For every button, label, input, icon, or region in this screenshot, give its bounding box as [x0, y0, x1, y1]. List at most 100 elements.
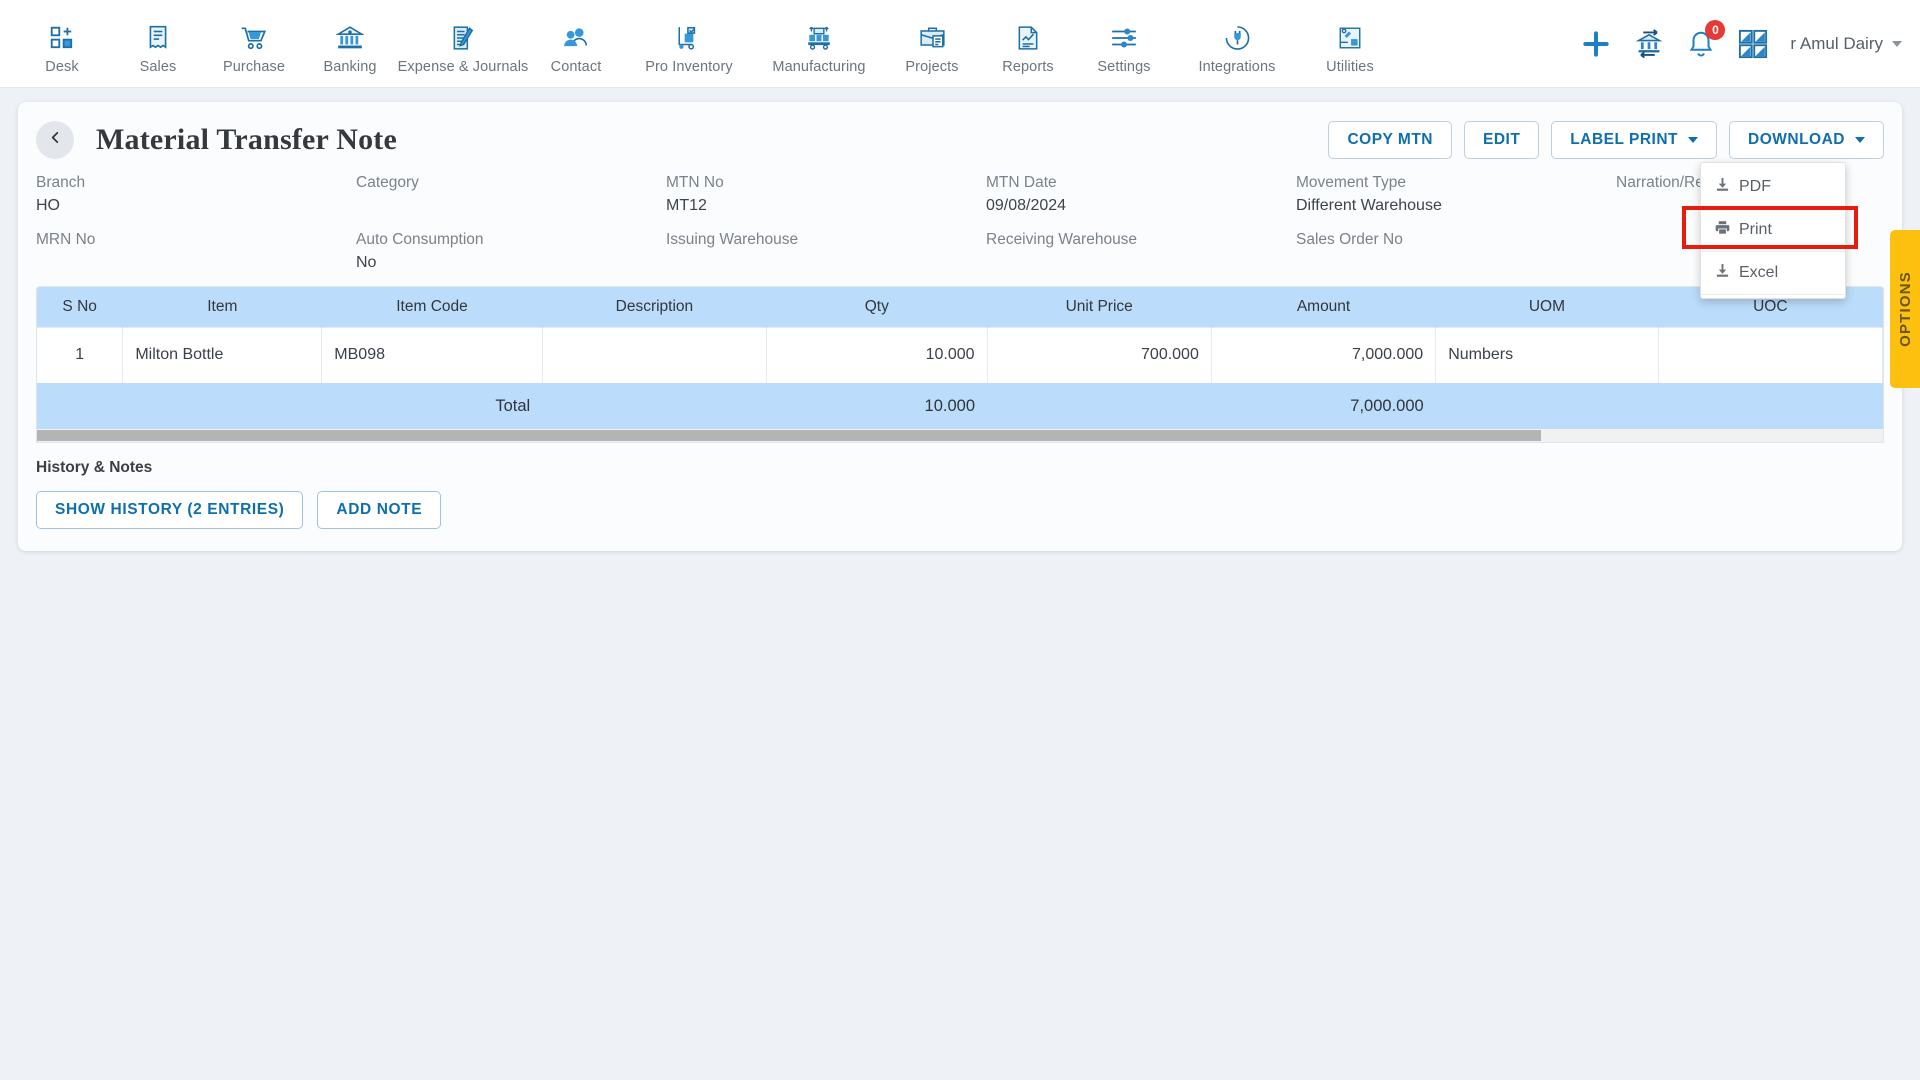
nav-items-list: Desk Sales Purchase Banking Expense & Jo… — [14, 13, 1398, 75]
options-tab-label: OPTIONS — [1896, 271, 1914, 347]
cell-unit-price: 700.000 — [987, 326, 1212, 383]
plus-icon[interactable] — [1580, 28, 1612, 60]
th-amount: Amount — [1211, 287, 1437, 327]
bank-building-icon — [333, 23, 367, 53]
scrollbar-thumb[interactable] — [37, 430, 1542, 441]
th-item-code: Item Code — [321, 287, 543, 327]
download-icon — [1715, 263, 1730, 283]
field-sales-order-no: Sales Order No — [1296, 229, 1616, 274]
chevron-down-icon — [1688, 137, 1698, 143]
printer-icon — [1715, 220, 1730, 240]
detail-fields: Branch HO Category MTN No MT12 MTN Date … — [36, 172, 1884, 274]
card-header: Material Transfer Note COPY MTN EDIT LAB… — [36, 118, 1884, 162]
page-title: Material Transfer Note — [96, 123, 397, 156]
field-label-category: Category — [356, 174, 419, 191]
field-value-sales-order-no — [1296, 251, 1616, 274]
dropdown-item-pdf[interactable]: PDF — [1701, 166, 1845, 209]
label-print-button[interactable]: LABEL PRINT — [1551, 121, 1717, 159]
download-dropdown-menu: PDF Print Excel — [1682, 162, 1858, 299]
nav-item-pro-inventory[interactable]: Pro Inventory — [624, 13, 754, 75]
field-auto-consumption: Auto Consumption No — [356, 229, 666, 274]
history-notes-title: History & Notes — [36, 459, 153, 476]
total-amount: 7,000.000 — [1211, 383, 1436, 429]
bell-icon[interactable]: 0 — [1686, 20, 1726, 59]
copy-mtn-button[interactable]: COPY MTN — [1328, 121, 1452, 159]
th-item: Item — [122, 287, 323, 327]
items-table-body: 1 Milton Bottle MB098 10.000 700.000 7,0… — [37, 326, 1883, 429]
field-value-mtn-date: 09/08/2024 — [986, 197, 1067, 214]
plug-circle-icon — [1220, 23, 1254, 53]
nav-item-settings[interactable]: Settings — [1076, 13, 1172, 75]
hand-truck-icon — [672, 23, 706, 53]
field-category: Category — [356, 172, 666, 217]
nav-item-expense-journals[interactable]: Expense & Journals — [398, 13, 528, 75]
dropdown-label-pdf: PDF — [1739, 178, 1771, 195]
sliders-icon — [1107, 23, 1141, 53]
nav-label-sales: Sales — [139, 58, 177, 75]
download-icon — [1715, 177, 1730, 197]
total-spacer-4 — [987, 383, 1212, 429]
nav-item-banking[interactable]: Banking — [302, 13, 398, 75]
apps-grid-icon[interactable] — [1738, 29, 1768, 59]
back-button[interactable] — [36, 121, 74, 159]
shopping-cart-icon — [237, 23, 271, 53]
field-value-branch: HO — [36, 197, 60, 214]
nav-label-projects: Projects — [905, 58, 959, 75]
cell-uoc — [1658, 326, 1883, 383]
field-label-sales-order-no: Sales Order No — [1296, 231, 1403, 248]
field-receiving-warehouse: Receiving Warehouse — [986, 229, 1296, 274]
cell-uom: Numbers — [1435, 326, 1659, 383]
receipt-icon — [141, 23, 175, 53]
detail-row-2: MRN No Auto Consumption No Issuing Wareh… — [36, 229, 1884, 274]
table-row[interactable]: 1 Milton Bottle MB098 10.000 700.000 7,0… — [37, 326, 1883, 383]
th-qty: Qty — [766, 287, 988, 327]
nav-item-integrations[interactable]: Integrations — [1172, 13, 1302, 75]
dropdown-item-excel[interactable]: Excel — [1701, 252, 1845, 295]
history-buttons: SHOW HISTORY (2 ENTRIES) ADD NOTE — [36, 491, 1884, 529]
total-qty: 10.000 — [766, 383, 988, 429]
edit-button[interactable]: EDIT — [1463, 121, 1540, 159]
total-spacer-5 — [1435, 383, 1659, 429]
field-value-category — [356, 194, 666, 217]
download-label: DOWNLOAD — [1748, 131, 1845, 148]
nav-label-settings: Settings — [1097, 58, 1151, 75]
field-label-mtn-date: MTN Date — [986, 174, 1057, 191]
nav-item-manufacturing[interactable]: Manufacturing — [754, 13, 884, 75]
cell-item-code: MB098 — [321, 326, 543, 383]
show-history-button[interactable]: SHOW HISTORY (2 ENTRIES) — [36, 491, 304, 529]
nav-label-expense-journals: Expense & Journals — [397, 58, 529, 75]
download-button[interactable]: DOWNLOAD — [1729, 121, 1884, 159]
report-chart-icon — [1011, 23, 1045, 53]
people-icon — [559, 23, 593, 53]
nav-item-desk[interactable]: Desk — [14, 13, 110, 75]
chevron-left-icon — [48, 130, 63, 150]
field-label-mrn-no: MRN No — [36, 231, 96, 248]
nav-item-contact[interactable]: Contact — [528, 13, 624, 75]
field-label-auto-consumption: Auto Consumption — [356, 231, 484, 248]
edit-label: EDIT — [1482, 131, 1521, 148]
options-side-tab[interactable]: OPTIONS — [1890, 230, 1920, 388]
table-total-row: Total 10.000 7,000.000 — [37, 383, 1883, 429]
nav-item-utilities[interactable]: Utilities — [1302, 13, 1398, 75]
nav-item-reports[interactable]: Reports — [980, 13, 1076, 75]
cell-item: Milton Bottle — [122, 326, 323, 383]
field-value-issuing-warehouse — [666, 251, 986, 274]
table-horizontal-scrollbar[interactable] — [37, 429, 1883, 442]
nav-item-projects[interactable]: Projects — [884, 13, 980, 75]
company-switcher[interactable]: r Amul Dairy — [1790, 34, 1902, 54]
detail-row-1: Branch HO Category MTN No MT12 MTN Date … — [36, 172, 1884, 217]
company-name-label: r Amul Dairy — [1790, 34, 1883, 53]
th-unit-price: Unit Price — [987, 287, 1212, 327]
nav-label-purchase: Purchase — [222, 58, 286, 75]
table-header-row: S No Item Item Code Description Qty Unit… — [37, 287, 1883, 327]
nav-item-purchase[interactable]: Purchase — [206, 13, 302, 75]
add-note-button[interactable]: ADD NOTE — [317, 491, 442, 529]
bank-transfer-icon[interactable] — [1634, 29, 1664, 59]
items-table-container: S No Item Item Code Description Qty Unit… — [36, 286, 1884, 443]
nav-item-sales[interactable]: Sales — [110, 13, 206, 75]
dropdown-item-print[interactable]: Print — [1701, 209, 1845, 252]
field-value-receiving-warehouse — [986, 251, 1296, 274]
field-value-mrn-no — [36, 251, 356, 274]
total-spacer-3 — [542, 383, 767, 429]
field-label-issuing-warehouse: Issuing Warehouse — [666, 231, 799, 248]
